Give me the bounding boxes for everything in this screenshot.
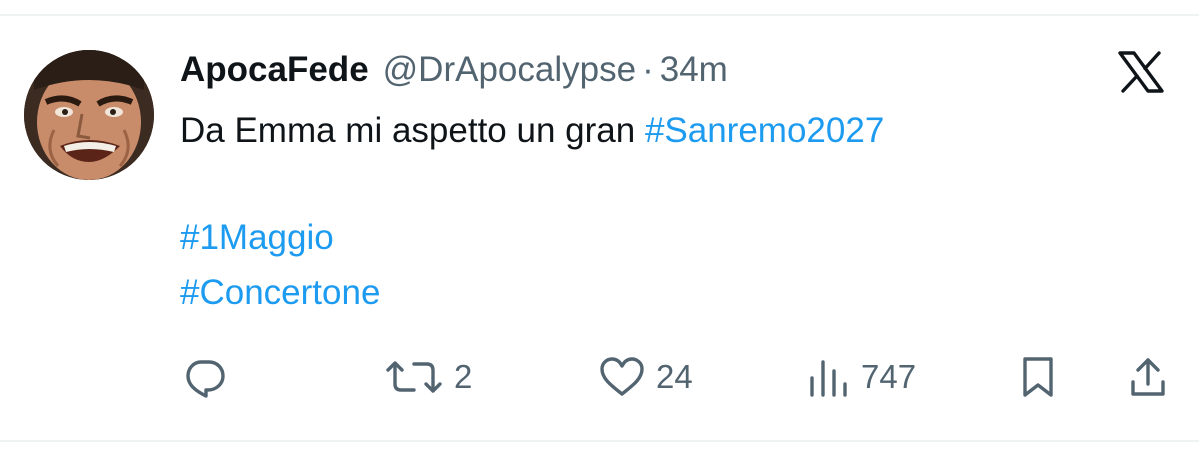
- reply-button[interactable]: [182, 354, 228, 400]
- avatar-image: [24, 50, 154, 180]
- user-handle[interactable]: @DrApocalypse: [383, 50, 636, 90]
- text-spacer: [180, 153, 1160, 215]
- like-button[interactable]: 24: [598, 354, 693, 400]
- retweet-icon: [386, 361, 442, 393]
- timestamp[interactable]: 34m: [660, 50, 728, 90]
- share-button[interactable]: [1128, 354, 1168, 400]
- top-divider: [0, 14, 1199, 16]
- hashtag-link[interactable]: #Concertone: [180, 273, 380, 312]
- heart-icon: [600, 357, 644, 396]
- retweet-button[interactable]: 2: [384, 354, 472, 400]
- reply-icon: [186, 360, 225, 398]
- hashtag-link[interactable]: #Sanremo2027: [645, 111, 884, 150]
- separator-dot: ·: [642, 50, 654, 89]
- retweet-count: 2: [454, 358, 473, 395]
- tweet-text-line: #1Maggio: [180, 215, 1160, 260]
- share-icon: [1131, 358, 1165, 396]
- bookmark-icon: [1023, 357, 1053, 397]
- bar-chart-icon: [810, 360, 847, 397]
- tweet-text: Da Emma mi aspetto un gran #Sanremo2027 …: [180, 108, 1160, 315]
- tweet-header: ApocaFede @DrApocalypse · 34m: [180, 48, 728, 92]
- tweet-text-line: #Concertone: [180, 270, 1160, 315]
- display-name[interactable]: ApocaFede: [180, 50, 369, 90]
- like-count: 24: [656, 358, 693, 395]
- views-count: 747: [861, 358, 917, 395]
- tweet-text-line: Da Emma mi aspetto un gran #Sanremo2027: [180, 108, 1160, 153]
- bottom-divider: [0, 440, 1199, 442]
- tweet-text-prefix: Da Emma mi aspetto un gran: [180, 111, 645, 150]
- avatar[interactable]: [24, 50, 154, 180]
- bookmark-button[interactable]: [1018, 354, 1058, 400]
- hashtag-link[interactable]: #1Maggio: [180, 218, 334, 257]
- views-button[interactable]: 747: [805, 354, 916, 400]
- x-logo-icon[interactable]: [1118, 51, 1164, 93]
